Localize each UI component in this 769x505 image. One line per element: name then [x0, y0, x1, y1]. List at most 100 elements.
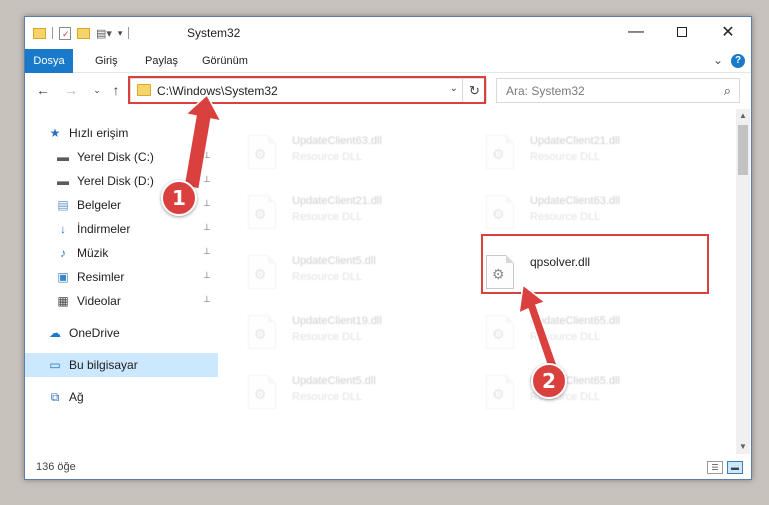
window-title: System32 [187, 26, 241, 40]
drive-icon: ▬ [57, 174, 69, 188]
pin-icon: ⊥ [203, 295, 211, 305]
file-item[interactable]: ⚙ UpdateClient65.dll Resource DLL [456, 369, 686, 425]
sidebar-item-label: Ağ [69, 390, 84, 404]
maximize-button[interactable] [659, 17, 705, 47]
item-count: 136 öğe [36, 461, 76, 473]
file-item[interactable]: ⚙ UpdateClient5.dll Resource DLL [218, 249, 448, 305]
close-icon: ✕ [721, 24, 735, 41]
gear-icon: ⚙ [492, 386, 505, 402]
sidebar-item[interactable]: ★ Hızlı erişim [25, 121, 218, 145]
dll-file-icon: ⚙ [486, 375, 514, 409]
file-type: Resource DLL [530, 331, 601, 343]
address-highlight-box [128, 76, 486, 104]
sidebar-item[interactable]: ♪ Müzik ⊥ [25, 241, 218, 265]
pin-icon: ⊥ [203, 223, 211, 233]
pictures-icon: ▣ [57, 270, 69, 284]
sidebar-item-label: Yerel Disk (C:) [77, 150, 154, 164]
view-options-icon[interactable]: ▤▾ [96, 27, 112, 40]
up-arrow-icon: ↑ [112, 82, 120, 98]
scroll-up-icon[interactable]: ▲ [736, 109, 750, 123]
file-item[interactable]: ⚙ UpdateClient21.dll Resource DLL [456, 129, 686, 185]
help-icon[interactable]: ? [731, 54, 745, 68]
tiles-view-icon: ▬ [731, 463, 739, 472]
dll-file-icon: ⚙ [486, 315, 514, 349]
sidebar-item-label: Videolar [77, 294, 121, 308]
gear-icon: ⚙ [254, 146, 267, 162]
search-box[interactable]: Ara: System32 ⌕ [496, 78, 740, 103]
properties-icon[interactable]: ✓ [59, 26, 71, 40]
minimize-button[interactable]: — [613, 17, 659, 47]
gear-icon: ⚙ [254, 326, 267, 342]
sidebar-item[interactable]: ▣ Resimler ⊥ [25, 265, 218, 289]
file-highlight-box [481, 234, 709, 294]
sidebar-item-label: Resimler [77, 270, 125, 284]
toolbar-separator [128, 27, 130, 39]
vertical-scrollbar[interactable]: ▲ ▼ [736, 109, 750, 454]
title-bar: ✓ ▤▾ ▾ System32 — ✕ [25, 17, 751, 49]
computer-icon: ▭ [49, 358, 61, 372]
file-item[interactable]: ⚙ UpdateClient19.dll Resource DLL [218, 309, 448, 365]
ribbon: Dosya Giriş Paylaş Görünüm ⌄ ? [25, 49, 751, 73]
dll-file-icon: ⚙ [486, 135, 514, 169]
file-name: UpdateClient65.dll [530, 315, 620, 327]
file-type: Resource DLL [292, 211, 363, 223]
search-placeholder: Ara: System32 [506, 84, 585, 98]
file-type: Resource DLL [530, 211, 601, 223]
maximize-icon [677, 27, 687, 37]
explorer-window: ✓ ▤▾ ▾ System32 — ✕ Dosya Giriş Paylaş G… [24, 16, 752, 480]
chevron-down-icon: ⌄ [93, 84, 101, 95]
gear-icon: ⚙ [492, 146, 505, 162]
file-type: Resource DLL [530, 151, 601, 163]
back-button[interactable]: ← [34, 81, 52, 99]
forward-button[interactable]: → [62, 81, 80, 99]
sidebar-item-label: Müzik [77, 246, 109, 260]
scroll-down-icon[interactable]: ▼ [736, 440, 750, 454]
details-view-icon: ☰ [711, 463, 719, 472]
file-type: Resource DLL [292, 331, 363, 343]
close-button[interactable]: ✕ [705, 17, 751, 47]
file-item[interactable]: ⚙ UpdateClient65.dll Resource DLL [456, 309, 686, 365]
new-folder-icon[interactable] [77, 27, 90, 39]
file-name: UpdateClient19.dll [292, 315, 382, 327]
search-icon[interactable]: ⌕ [724, 83, 731, 99]
pin-icon: ⊥ [203, 247, 211, 257]
up-button[interactable]: ↑ [107, 81, 125, 99]
minimize-icon: — [628, 23, 644, 40]
file-type: Resource DLL [292, 151, 363, 163]
gear-icon: ⚙ [254, 206, 267, 222]
sidebar-item-label: Hızlı erişim [69, 126, 129, 140]
details-view-button[interactable]: ☰ [707, 461, 723, 474]
step-1-badge: 1 [161, 180, 197, 216]
recent-locations-button[interactable]: ⌄ [88, 81, 106, 99]
file-name: UpdateClient21.dll [292, 195, 382, 207]
tab-home[interactable]: Giriş [95, 49, 118, 73]
navigation-bar: ← → ⌄ ↑ C:\Windows\System32 ⌄ ↻ Ara: Sys… [25, 75, 751, 105]
dll-file-icon: ⚙ [248, 135, 276, 169]
gear-icon: ⚙ [492, 326, 505, 342]
documents-icon: ▤ [57, 198, 69, 212]
sidebar-item[interactable]: ↓ İndirmeler ⊥ [25, 217, 218, 241]
folder-icon [33, 27, 46, 39]
sidebar-item[interactable]: ▬ Yerel Disk (C:) ⊥ [25, 145, 218, 169]
customize-toolbar-icon[interactable]: ▾ [118, 28, 123, 39]
file-item[interactable]: ⚙ UpdateClient5.dll Resource DLL [218, 369, 448, 425]
drive-icon: ▬ [57, 150, 69, 164]
step-2-badge: 2 [531, 363, 567, 399]
file-name: UpdateClient5.dll [292, 375, 376, 387]
tiles-view-button[interactable]: ▬ [727, 461, 743, 474]
tab-share[interactable]: Paylaş [145, 49, 178, 73]
file-item[interactable]: ⚙ UpdateClient21.dll Resource DLL [218, 189, 448, 245]
sidebar-item[interactable]: ▦ Videolar ⊥ [25, 289, 218, 313]
scroll-thumb[interactable] [738, 125, 748, 175]
tab-view[interactable]: Görünüm [202, 49, 248, 73]
gear-icon: ⚙ [254, 266, 267, 282]
sidebar-item[interactable]: ⧉ Ağ [25, 385, 218, 409]
expand-ribbon-icon[interactable]: ⌄ [713, 53, 723, 67]
sidebar-item-label: OneDrive [69, 326, 120, 340]
sidebar-item[interactable]: ▭ Bu bilgisayar [25, 353, 218, 377]
sidebar-item-label: Belgeler [77, 198, 122, 212]
tab-file[interactable]: Dosya [25, 49, 73, 73]
file-item[interactable]: ⚙ UpdateClient63.dll Resource DLL [218, 129, 448, 185]
sidebar-item[interactable]: ☁ OneDrive [25, 321, 218, 345]
pin-icon: ⊥ [203, 151, 211, 161]
